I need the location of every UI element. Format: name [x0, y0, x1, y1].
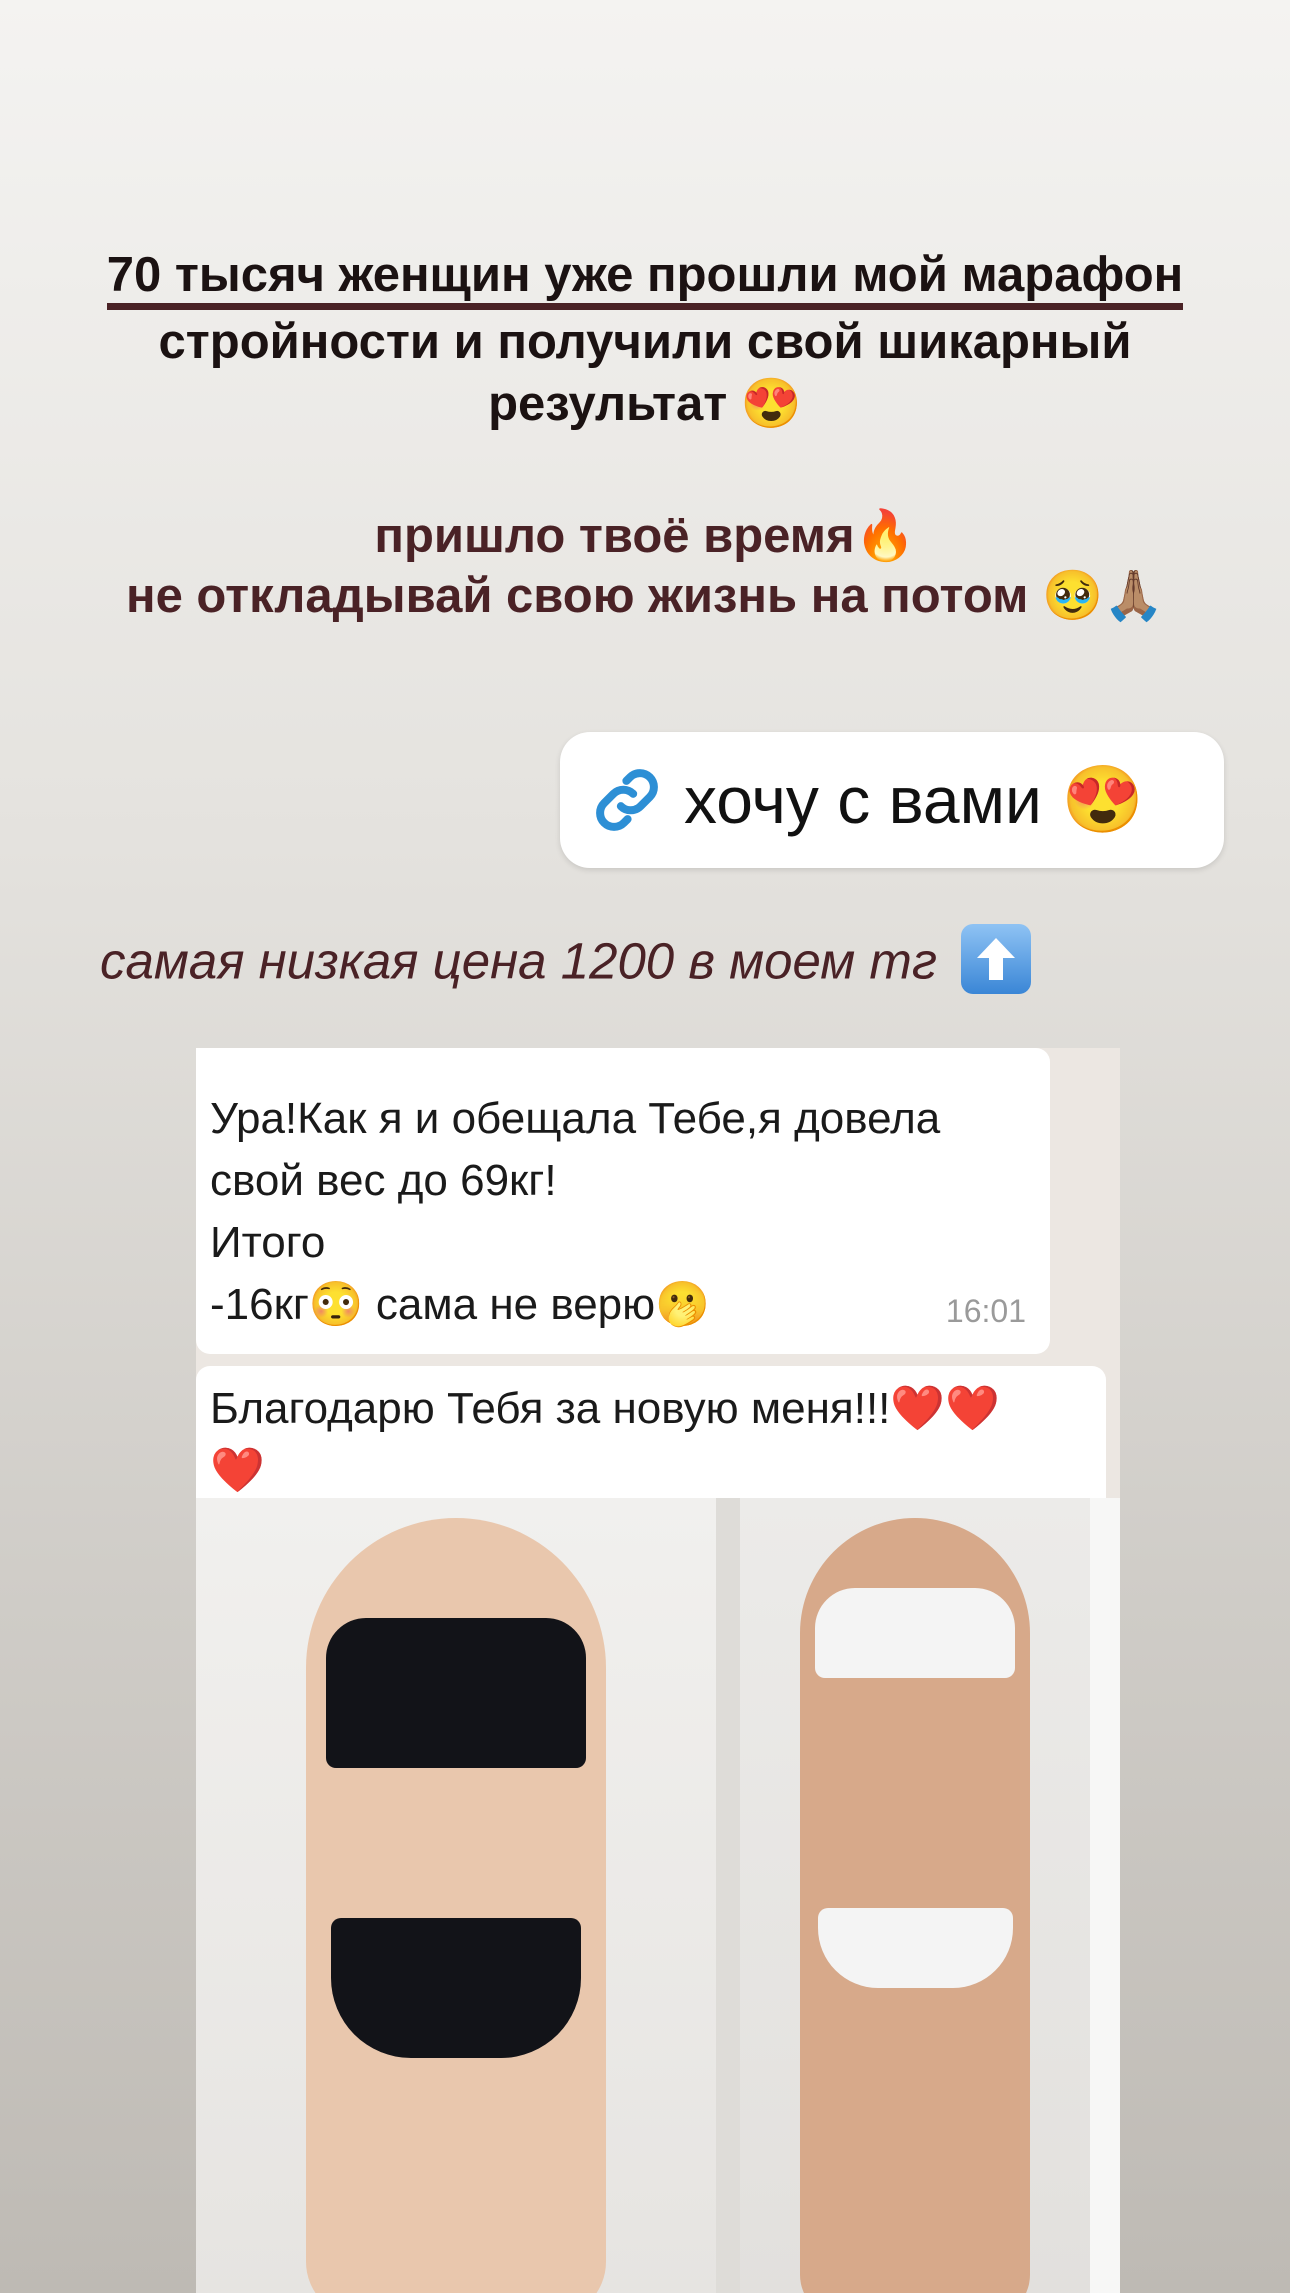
- price-text: самая низкая цена 1200 в моем тг: [100, 924, 1032, 1000]
- headline-line-1: 70 тысяч женщин уже прошли мой марафон: [106, 247, 1184, 310]
- link-icon: [596, 769, 658, 831]
- chat-message-1-line: свой вес до 69кг!: [210, 1156, 557, 1205]
- headline-line-3: результат 😍: [488, 377, 802, 431]
- chat-message-2-line: ❤️: [210, 1446, 265, 1495]
- photo-divider: [716, 1498, 740, 2293]
- after-photo: [740, 1498, 1090, 2293]
- chat-message-2-line: Благодарю Тебя за новую меня!!!❤️❤️: [210, 1384, 1000, 1433]
- before-after-photo: [196, 1498, 1120, 2293]
- headline-line-2: стройности и получили свой шикарный: [158, 315, 1132, 369]
- subtext: пришло твоё время🔥 не откладывай свою жи…: [60, 506, 1230, 626]
- chat-message-1-line: Ура!Как я и обещала Тебе,я довела: [210, 1094, 941, 1143]
- chat-message-1-line: Итого: [210, 1218, 326, 1267]
- link-sticker-label: хочу с вами: [684, 763, 1042, 837]
- link-sticker[interactable]: хочу с вами 😍: [560, 732, 1224, 868]
- headline: 70 тысяч женщин уже прошли мой марафон с…: [60, 245, 1230, 434]
- price-label: самая низкая цена 1200 в моем тг: [100, 932, 938, 990]
- up-arrow-icon: [961, 924, 1032, 994]
- chat-message-1-time: 16:01: [945, 1293, 1026, 1329]
- chat-screenshot: Ура!Как я и обещала Тебе,я довела свой в…: [196, 1048, 1120, 2293]
- subtext-line-2: не откладывай свою жизнь на потом 🥹🙏🏽: [125, 569, 1165, 623]
- before-photo: [196, 1498, 716, 2293]
- heart-eyes-emoji: 😍: [1061, 762, 1145, 836]
- subtext-line-1: пришло твоё время🔥: [374, 509, 916, 563]
- chat-message-1-line: -16кг😳 сама не верю🫢: [210, 1280, 710, 1329]
- chat-message-1: Ура!Как я и обещала Тебе,я довела свой в…: [196, 1048, 1050, 1354]
